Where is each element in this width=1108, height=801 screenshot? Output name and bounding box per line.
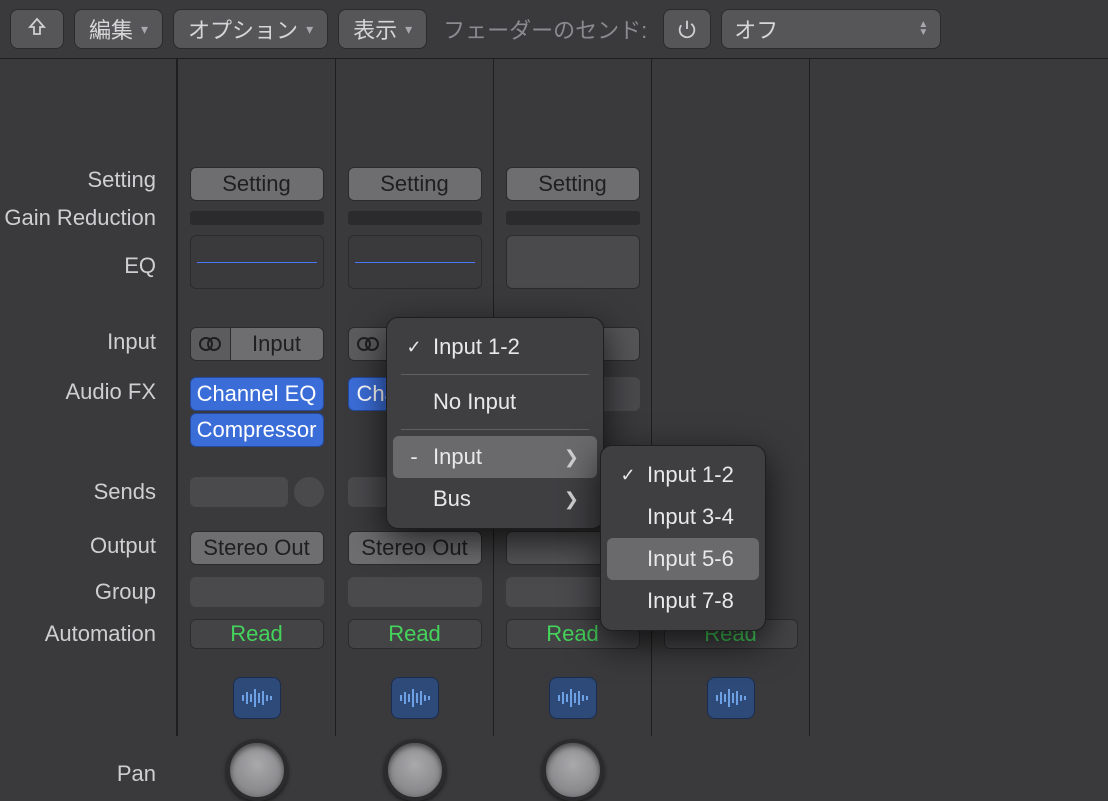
eq-line-icon (197, 262, 317, 263)
power-icon (676, 18, 698, 40)
audio-fx-plugin[interactable]: Channel EQ (190, 377, 324, 411)
stereo-mode-button[interactable] (348, 327, 388, 361)
toolbar: 編集 ▾ オプション ▾ 表示 ▾ フェーダーのセンド: オフ ▲▼ (0, 0, 1108, 58)
audio-fx-plugin[interactable]: Compressor (190, 413, 324, 447)
output-select[interactable]: Stereo Out (348, 531, 482, 565)
power-button[interactable] (663, 9, 711, 49)
menu-item-label: Input 5-6 (647, 546, 734, 572)
setting-button[interactable]: Setting (506, 167, 640, 201)
option-label: オプション (188, 13, 298, 45)
pan-knob[interactable] (542, 739, 604, 801)
check-icon: ✓ (617, 465, 639, 486)
group-slot[interactable] (348, 577, 482, 607)
arrow-up-icon (27, 16, 47, 42)
chevron-down-icon: ▾ (141, 21, 148, 38)
waveform-icon (557, 687, 589, 709)
menu-item-label: No Input (433, 389, 516, 415)
input-context-menu: ✓ Input 1-2 No Input - Input ❯ Bus ❯ (386, 317, 604, 529)
row-label-group: Group (95, 579, 166, 605)
pan-knob[interactable] (226, 739, 288, 801)
menu-item-input-1-2[interactable]: ✓ Input 1-2 (607, 454, 759, 496)
chevron-down-icon: ▾ (306, 21, 313, 38)
chevron-down-icon: ▾ (405, 21, 412, 38)
menu-item-label: Input (433, 444, 482, 470)
channel-type-button[interactable] (707, 677, 755, 719)
output-select[interactable]: Stereo Out (190, 531, 324, 565)
input-select[interactable]: Input (230, 327, 324, 361)
menu-item-input-submenu[interactable]: - Input ❯ (393, 436, 597, 478)
stereo-icon (356, 335, 380, 353)
setting-button[interactable]: Setting (348, 167, 482, 201)
row-labels-column: Setting Gain Reduction EQ Input Audio FX… (0, 59, 178, 736)
waveform-icon (241, 687, 273, 709)
mixer-workspace: Setting Gain Reduction EQ Input Audio FX… (0, 58, 1108, 736)
chevron-right-icon: ❯ (564, 489, 579, 510)
sends-slot[interactable] (190, 477, 324, 507)
waveform-icon (399, 687, 431, 709)
stereo-mode-button[interactable] (190, 327, 230, 361)
menu-separator (401, 374, 589, 375)
stereo-icon (198, 335, 222, 353)
menu-item-label: Input 3-4 (647, 504, 734, 530)
menu-item-no-input[interactable]: No Input (393, 381, 597, 423)
automation-mode[interactable]: Read (348, 619, 482, 649)
option-menu[interactable]: オプション ▾ (173, 9, 328, 49)
edit-menu[interactable]: 編集 ▾ (74, 9, 163, 49)
menu-item-label: Input 1-2 (647, 462, 734, 488)
menu-item-label: Input 1-2 (433, 334, 520, 360)
menu-item-input-1-2[interactable]: ✓ Input 1-2 (393, 326, 597, 368)
gain-reduction-meter (190, 211, 324, 225)
view-label: 表示 (353, 13, 397, 45)
view-menu[interactable]: 表示 ▾ (338, 9, 427, 49)
fader-send-dropdown[interactable]: オフ ▲▼ (721, 9, 941, 49)
eq-thumbnail[interactable] (506, 235, 640, 289)
channel-type-button[interactable] (233, 677, 281, 719)
row-label-output: Output (90, 533, 166, 559)
gain-reduction-meter (506, 211, 640, 225)
eq-thumbnail[interactable] (348, 235, 482, 289)
menu-item-label: Input 7-8 (647, 588, 734, 614)
channel-strip: Read (652, 59, 810, 736)
row-label-gain-reduction: Gain Reduction (4, 205, 166, 231)
dash-icon: - (403, 444, 425, 470)
edit-label: 編集 (89, 13, 133, 45)
up-button[interactable] (10, 9, 64, 49)
check-icon: ✓ (403, 337, 425, 358)
row-label-sends: Sends (94, 479, 166, 505)
gain-reduction-meter (348, 211, 482, 225)
menu-item-bus-submenu[interactable]: Bus ❯ (393, 478, 597, 520)
eq-line-icon (355, 262, 475, 263)
input-submenu: ✓ Input 1-2 Input 3-4 Input 5-6 Input 7-… (600, 445, 766, 631)
waveform-icon (715, 687, 747, 709)
channel-strip-empty (810, 59, 968, 736)
row-label-eq: EQ (124, 253, 166, 279)
pan-knob[interactable] (384, 739, 446, 801)
group-slot[interactable] (190, 577, 324, 607)
channel-type-button[interactable] (549, 677, 597, 719)
automation-mode[interactable]: Read (190, 619, 324, 649)
row-label-automation: Automation (45, 621, 166, 647)
menu-item-label: Bus (433, 486, 471, 512)
menu-item-input-7-8[interactable]: Input 7-8 (607, 580, 759, 622)
channels: Setting Input Channel EQ Compressor Ster… (178, 59, 1108, 736)
fader-send-label: フェーダーのセンド: (437, 13, 653, 45)
chevron-right-icon: ❯ (564, 447, 579, 468)
eq-thumbnail[interactable] (190, 235, 324, 289)
channel-strip: Setting Input Channel EQ Compressor Ster… (178, 59, 336, 736)
menu-separator (401, 429, 589, 430)
row-label-setting: Setting (88, 167, 167, 193)
menu-item-input-5-6[interactable]: Input 5-6 (607, 538, 759, 580)
menu-item-input-3-4[interactable]: Input 3-4 (607, 496, 759, 538)
row-label-audio-fx: Audio FX (66, 379, 167, 405)
setting-button[interactable]: Setting (190, 167, 324, 201)
channel-type-button[interactable] (391, 677, 439, 719)
fader-send-value: オフ (734, 13, 778, 45)
row-label-input: Input (107, 329, 166, 355)
stepper-icon: ▲▼ (918, 21, 928, 37)
row-label-pan: Pan (117, 761, 166, 787)
